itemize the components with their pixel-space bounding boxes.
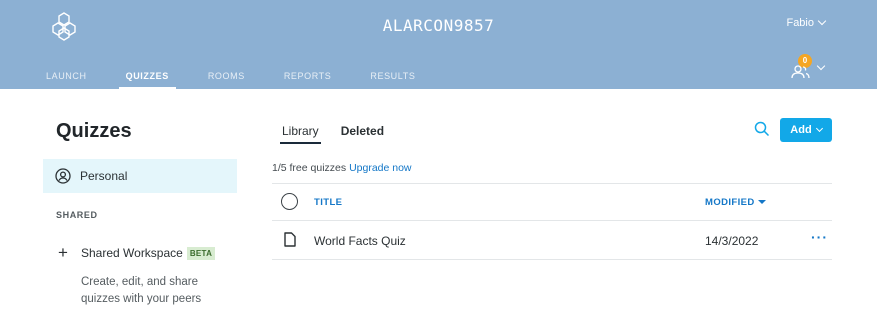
divider	[272, 259, 832, 260]
room-name: ALARCON9857	[382, 16, 495, 35]
upgrade-link[interactable]: Upgrade now	[349, 162, 411, 174]
column-modified[interactable]: MODIFIED	[705, 197, 766, 208]
tab-library[interactable]: Library	[280, 124, 321, 144]
nav-launch[interactable]: LAUNCH	[46, 71, 87, 81]
beta-badge: BETA	[186, 246, 216, 260]
plus-icon: +	[58, 243, 68, 262]
nav-quizzes[interactable]: QUIZZES	[118, 71, 177, 89]
sidebar-item-label: Personal	[80, 169, 128, 183]
chevron-down-icon	[815, 124, 823, 133]
quota-text: 1/5 free quizzes	[272, 162, 347, 174]
shared-workspace-button[interactable]: + Shared Workspace BETA	[58, 243, 216, 262]
search-icon[interactable]	[754, 121, 770, 137]
shared-description: Create, edit, and share quizzes with you…	[81, 276, 202, 305]
library-tabs: Library Deleted	[280, 124, 384, 144]
top-header: ALARCON9857 Fabio LAUNCH QUIZZES ROOMS R…	[0, 0, 877, 89]
more-options-icon[interactable]: ···	[811, 229, 828, 245]
main-nav: LAUNCH QUIZZES ROOMS REPORTS RESULTS	[46, 71, 454, 89]
nav-results[interactable]: RESULTS	[370, 71, 415, 81]
add-button-label: Add	[790, 124, 812, 136]
shared-heading: SHARED	[56, 210, 98, 220]
quiz-title[interactable]: World Facts Quiz	[314, 234, 406, 248]
quota-info: 1/5 free quizzes Upgrade now	[272, 162, 412, 174]
column-modified-label: MODIFIED	[705, 197, 755, 208]
quiz-modified-date: 14/3/2022	[705, 234, 759, 248]
nav-rooms[interactable]: ROOMS	[208, 71, 245, 81]
shared-workspace-label: Shared Workspace	[81, 246, 183, 260]
table-row[interactable]: World Facts Quiz 14/3/2022 ···	[272, 226, 832, 256]
divider	[272, 183, 832, 184]
select-all-checkbox[interactable]	[281, 193, 298, 210]
user-name: Fabio	[786, 17, 814, 29]
nav-reports[interactable]: REPORTS	[284, 71, 332, 81]
tab-deleted[interactable]: Deleted	[341, 124, 384, 138]
chevron-down-icon	[816, 61, 826, 71]
user-menu[interactable]: Fabio	[786, 16, 827, 29]
user-circle-icon	[55, 168, 71, 184]
notifications-menu[interactable]: 0	[790, 54, 830, 80]
table-header: TITLE MODIFIED	[272, 190, 832, 214]
page-title: Quizzes	[56, 120, 132, 142]
column-title[interactable]: TITLE	[314, 197, 342, 208]
chevron-down-icon	[817, 16, 827, 26]
sort-down-icon	[757, 200, 766, 205]
add-button[interactable]: Add	[780, 118, 832, 142]
divider	[272, 220, 832, 221]
users-icon	[791, 65, 810, 79]
sidebar-item-personal[interactable]: Personal	[43, 159, 237, 193]
document-icon	[284, 232, 296, 247]
